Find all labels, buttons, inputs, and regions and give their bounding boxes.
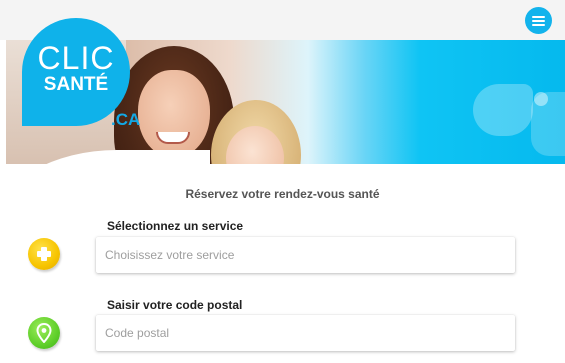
postal-code-label: Saisir votre code postal [107,298,243,312]
plus-icon [28,238,60,270]
hamburger-menu-button[interactable] [525,7,552,34]
logo-suffix: .CA [111,110,141,129]
logo-line-1: CLIC [37,40,115,76]
location-pin-icon [28,317,60,349]
postal-code-field [96,315,515,351]
service-input[interactable] [96,237,515,273]
service-label: Sélectionnez un service [107,219,244,233]
page-subtitle: Réservez votre rendez-vous santé [185,187,380,201]
hamburger-menu-icon [532,16,545,18]
decorative-shape [473,84,533,136]
service-field [96,237,515,273]
postal-code-input[interactable] [96,315,515,351]
logo-line-2: SANTÉ [43,74,109,95]
